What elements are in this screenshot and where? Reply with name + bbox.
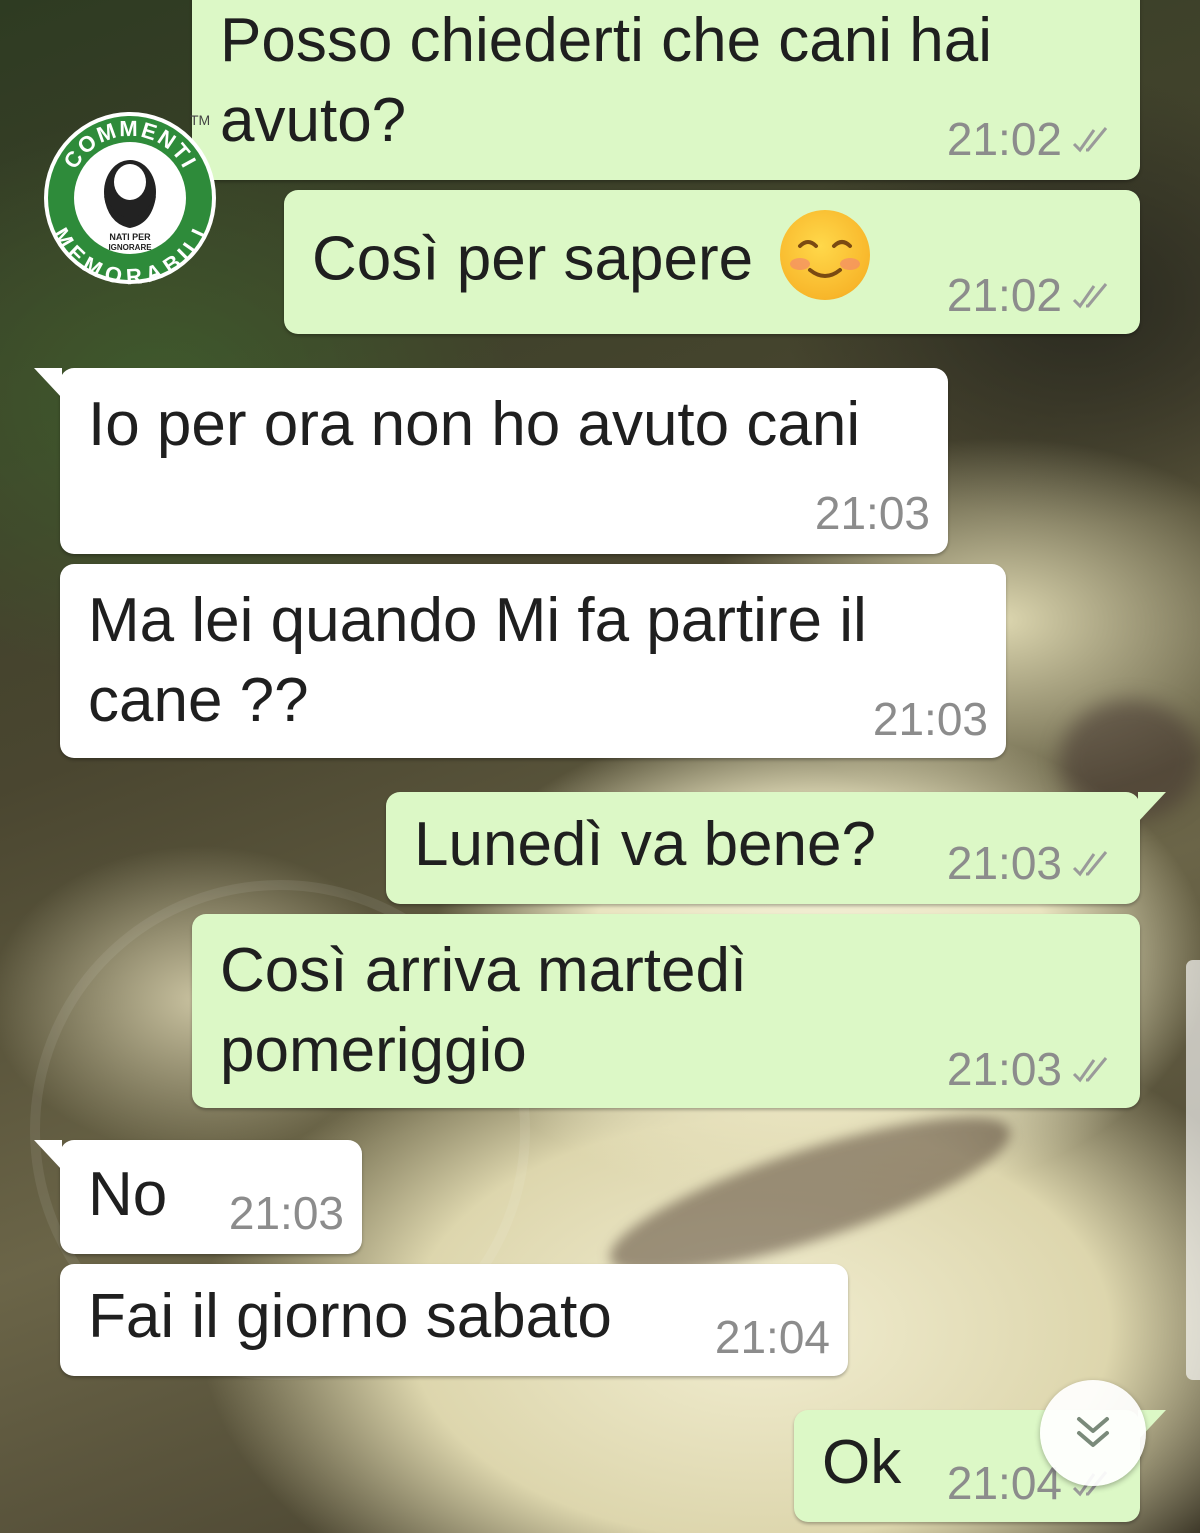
message-meta: 21:03 xyxy=(229,1188,344,1238)
message-text: Io per ora non ho avuto cani xyxy=(88,390,861,459)
message-text: Posso chiederti che cani hai xyxy=(220,6,993,75)
logo-tagline-1: NATI PER xyxy=(109,232,151,242)
message-meta: 21:02 xyxy=(947,114,1114,164)
message-text-content: Così per sapere xyxy=(312,224,754,294)
message-bubble-incoming[interactable]: Fai il giorno sabato 21:04 xyxy=(60,1264,848,1376)
message-text: Ma lei quando Mi fa partire il xyxy=(88,586,867,655)
message-text: Così per sapere xyxy=(312,210,871,308)
message-text: avuto? xyxy=(220,86,407,155)
message-text: No xyxy=(88,1160,168,1229)
double-check-icon xyxy=(1072,283,1108,309)
message-bubble-incoming[interactable]: Io per ora non ho avuto cani 21:03 xyxy=(34,368,948,554)
message-bubble-outgoing[interactable]: Così per sapere 21:02 xyxy=(284,190,1140,334)
message-text: Fai il giorno sabato xyxy=(88,1282,612,1351)
message-meta: 21:02 xyxy=(947,270,1114,320)
message-text: Ok xyxy=(822,1428,902,1497)
message-bubble-incoming[interactable]: Ma lei quando Mi fa partire il cane ?? 2… xyxy=(60,564,1006,758)
message-bubble-outgoing[interactable]: Così arriva martedì pomeriggio 21:03 xyxy=(192,914,1140,1108)
message-meta: 21:03 xyxy=(873,694,988,744)
logo-tagline-2: IGNORARE xyxy=(108,243,152,252)
double-check-icon xyxy=(1072,127,1108,153)
message-timestamp: 21:03 xyxy=(814,487,930,539)
message-meta: 21:04 xyxy=(715,1312,830,1362)
message-meta: 21:03 xyxy=(815,488,930,538)
message-text: cane ?? xyxy=(88,666,309,735)
message-timestamp: 21:04 xyxy=(714,1311,830,1363)
message-timestamp: 21:03 xyxy=(228,1187,344,1239)
message-timestamp: 21:03 xyxy=(946,837,1062,889)
message-text: Così arriva martedì xyxy=(220,936,748,1005)
message-timestamp: 21:03 xyxy=(946,1043,1062,1095)
message-text: Lunedì va bene? xyxy=(414,810,876,879)
double-check-icon xyxy=(1072,851,1108,877)
message-timestamp: 21:03 xyxy=(872,693,988,745)
brand-logo: COMMENTI MEMORABILI NATI PER IGNORARE xyxy=(42,100,218,296)
scrollbar[interactable] xyxy=(1186,960,1200,1380)
message-timestamp: 21:02 xyxy=(946,269,1062,321)
message-text: pomeriggio xyxy=(220,1016,527,1085)
message-bubble-outgoing[interactable]: Posso chiederti che cani hai avuto? 21:0… xyxy=(192,0,1140,180)
message-bubble-outgoing[interactable]: Lunedì va bene? 21:03 xyxy=(386,792,1166,904)
message-bubble-incoming[interactable]: No 21:03 xyxy=(34,1140,362,1254)
message-meta: 21:03 xyxy=(947,838,1114,888)
smiling-face-with-blush-emoji xyxy=(780,210,871,300)
message-timestamp: 21:02 xyxy=(946,113,1062,165)
double-check-icon xyxy=(1072,1057,1108,1083)
double-chevron-down-icon xyxy=(1077,1417,1109,1447)
message-meta: 21:03 xyxy=(947,1044,1114,1094)
message-timestamp: 21:04 xyxy=(946,1457,1062,1509)
scroll-to-bottom-button[interactable] xyxy=(1040,1380,1146,1486)
